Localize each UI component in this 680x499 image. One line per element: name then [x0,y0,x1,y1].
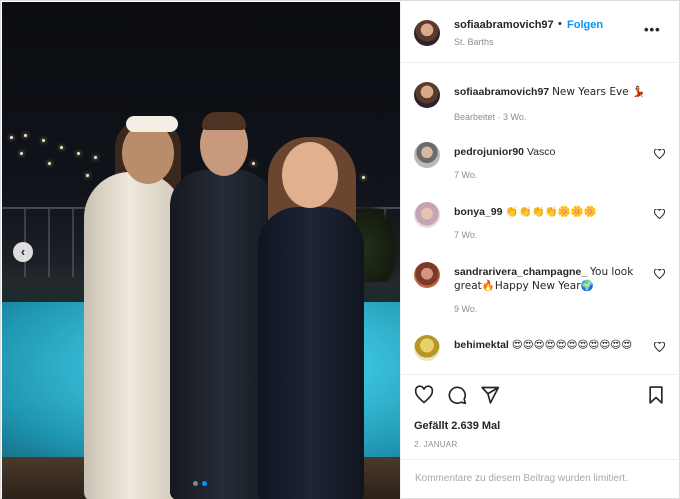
comment-body: Vasco [526,146,556,158]
separator-dot: • [558,18,562,30]
like-count[interactable]: Gefällt 2.639 Mal [414,420,500,432]
comment-meta: 9 Wo. [454,304,478,314]
avatar[interactable] [414,335,440,361]
person-left-headband [126,116,178,132]
heart-icon[interactable] [654,269,665,279]
comment-text: behimektal 😍😍😍😍😍😍😍😍😍😍😍 [454,338,654,352]
caption-body: New Years Eve 💃 [552,86,646,98]
post-photo[interactable]: ‹ [2,2,400,499]
comment-text: sandrarivera_champagne_ You look great🔥H… [454,265,654,293]
caption-text: sofiaabramovich97 New Years Eve 💃 [454,85,654,99]
comments-limited-notice: Kommentare zu diesem Beitrag wurden limi… [415,473,628,484]
post-dialog: ‹ sofiaabramovich97 • Folgen St. Barths … [0,0,680,499]
like-heart-icon[interactable] [414,385,434,405]
carousel-prev-button[interactable]: ‹ [13,242,33,262]
comment-meta: 7 Wo. [454,170,478,180]
person-middle-hair [202,112,246,130]
comment-username[interactable]: pedrojunior90 [454,146,524,158]
heart-icon[interactable] [654,209,665,219]
comment-body: 😍😍😍😍😍😍😍😍😍😍😍 [511,339,633,351]
heart-icon[interactable] [654,149,665,159]
carousel-indicator [193,481,207,486]
comment-username[interactable]: behimektal [454,339,509,351]
caption-meta: Bearbeitet · 3 Wo. [454,112,527,122]
person-right [258,207,364,499]
comment-text: bonya_99 👏👏👏👏🌼🌼🌼 [454,205,654,219]
chevron-left-icon: ‹ [20,244,26,259]
post-date[interactable]: 2. JANUAR [414,440,458,449]
avatar[interactable] [414,262,440,288]
carousel-dot-active [202,481,207,486]
author-username[interactable]: sofiaabramovich97 [454,19,554,31]
comment-footer: Kommentare zu diesem Beitrag wurden limi… [401,459,680,499]
post-header: sofiaabramovich97 • Folgen St. Barths ••… [401,2,680,63]
post-location[interactable]: St. Barths [454,37,494,47]
share-icon[interactable] [480,385,500,405]
post-sidebar: sofiaabramovich97 • Folgen St. Barths ••… [400,2,680,499]
bookmark-icon[interactable] [646,385,666,405]
follow-button[interactable]: Folgen [567,19,603,31]
avatar[interactable] [414,202,440,228]
person-left [84,172,184,499]
more-options-icon[interactable]: ••• [644,22,661,37]
post-actions: Gefällt 2.639 Mal 2. JANUAR [401,374,680,459]
comment-meta: 7 Wo. [454,230,478,240]
comment-list[interactable]: sofiaabramovich97 New Years Eve 💃 Bearbe… [401,64,680,374]
comment-text: pedrojunior90 Vasco [454,145,654,159]
person-right-face [282,142,338,208]
caption-username[interactable]: sofiaabramovich97 [454,86,549,98]
comment-body: 👏👏👏👏🌼🌼🌼 [505,206,597,218]
avatar[interactable] [414,20,440,46]
comment-username[interactable]: bonya_99 [454,206,502,218]
comment-username[interactable]: sandrarivera_champagne_ [454,266,587,278]
avatar[interactable] [414,142,440,168]
avatar[interactable] [414,82,440,108]
heart-icon[interactable] [654,342,665,352]
carousel-dot [193,481,198,486]
comment-icon[interactable] [447,385,467,405]
